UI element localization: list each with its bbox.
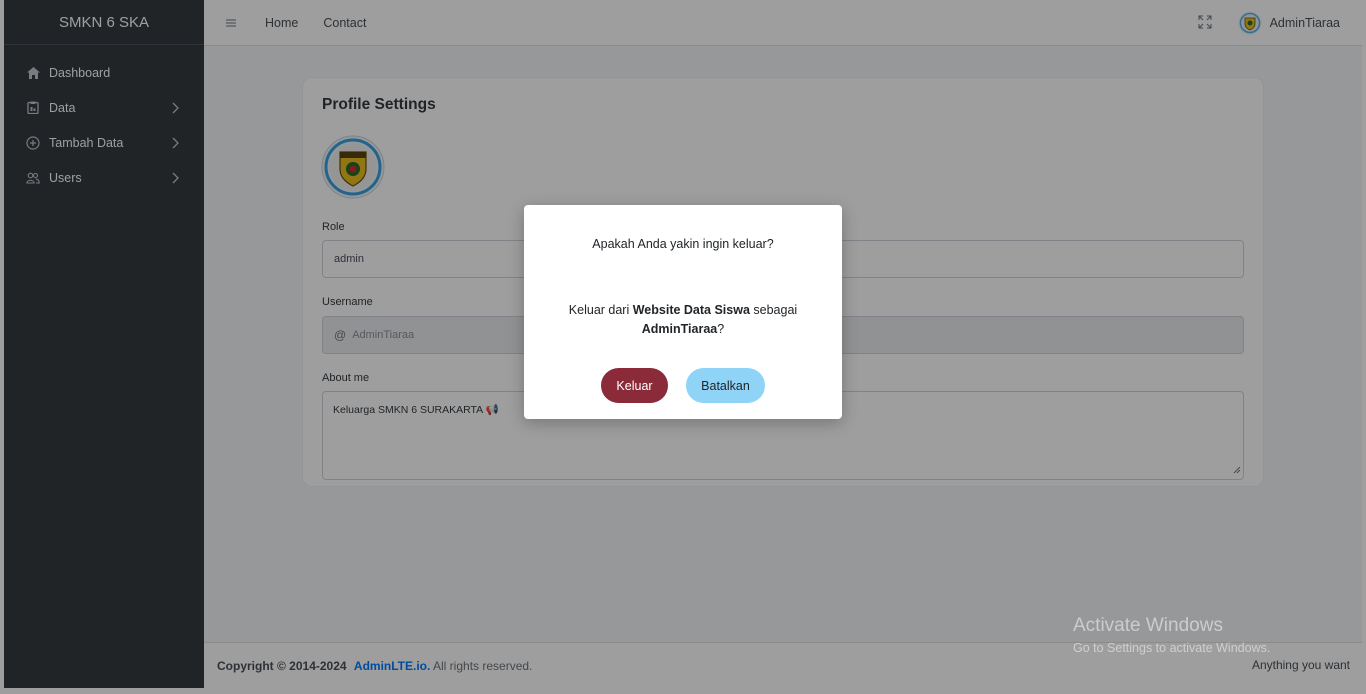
msg-site: Website Data Siswa [632,303,750,317]
logout-confirm-dialog: Apakah Anda yakin ingin keluar? Keluar d… [524,205,842,419]
dialog-message: Keluar dari Website Data Siswa sebagai A… [554,301,812,339]
watermark-subtitle: Go to Settings to activate Windows. [1073,641,1271,655]
cancel-button[interactable]: Batalkan [686,368,765,403]
msg-middle: sebagai [749,303,798,317]
dialog-question: Apakah Anda yakin ingin keluar? [592,237,774,251]
msg-user: AdminTiaraa [641,322,718,336]
logout-button[interactable]: Keluar [601,368,668,403]
msg-prefix: Keluar dari [568,303,633,317]
app-window: SMKN 6 SKA Dashboard Data Tambah Data Us… [0,0,1366,694]
msg-suffix: ? [717,322,725,336]
activation-watermark: Activate Windows Go to Settings to activ… [1073,615,1270,655]
watermark-title: Activate Windows [1073,615,1223,636]
